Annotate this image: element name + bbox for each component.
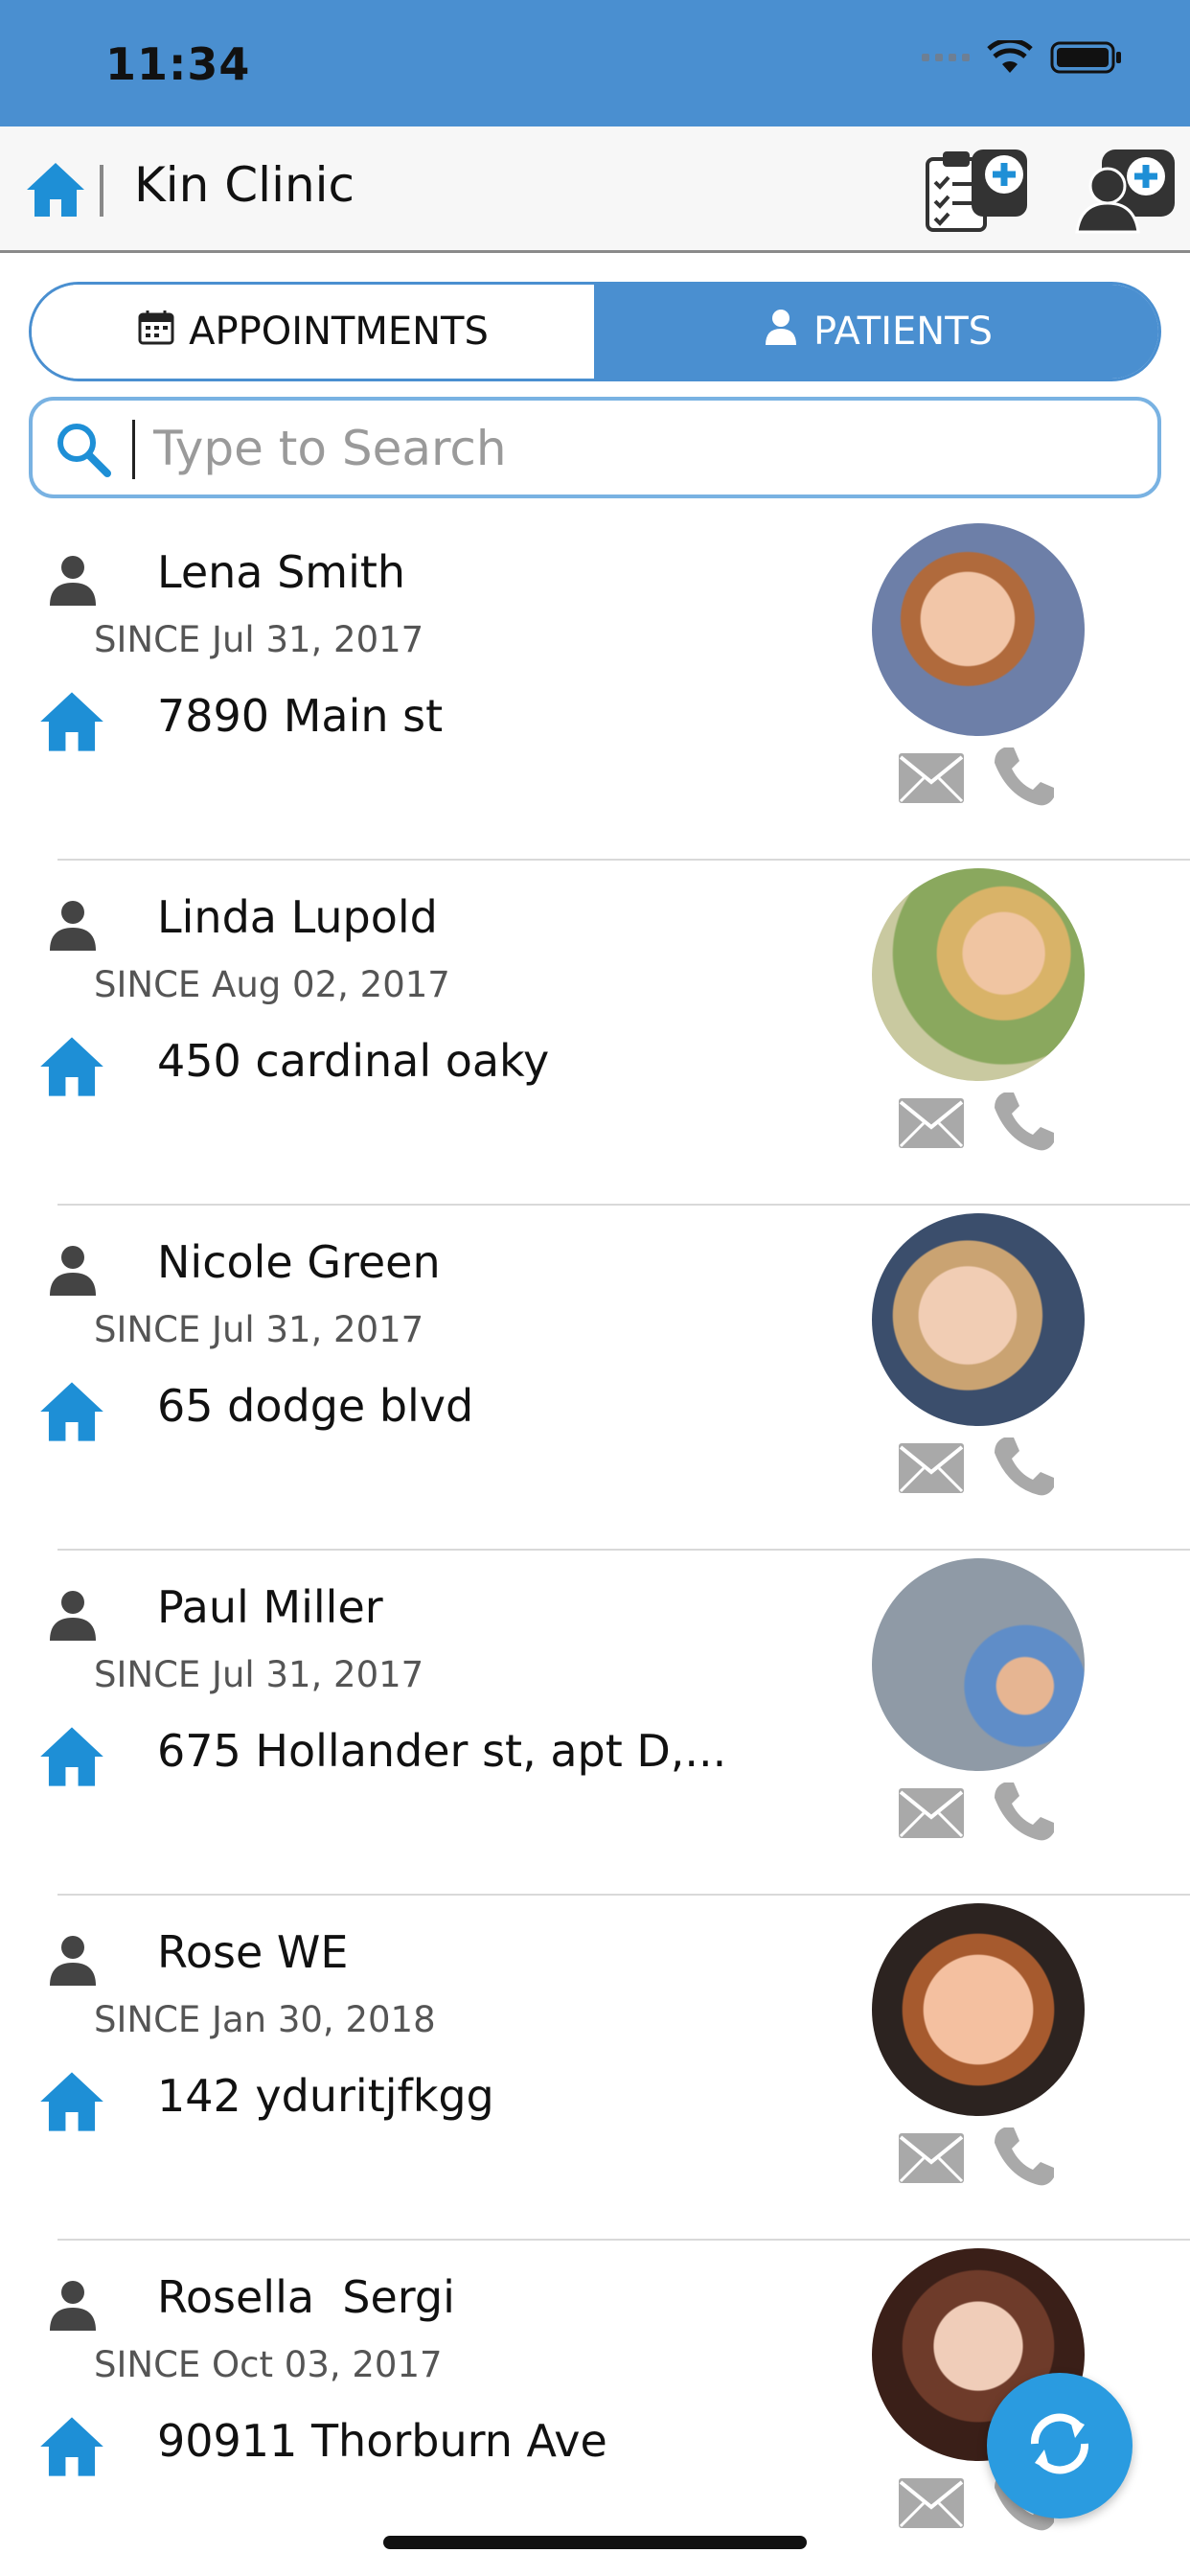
clipboard-add-icon[interactable] — [922, 148, 1035, 234]
patient-row[interactable]: Linda Lupold SINCE Aug 02, 2017 450 card… — [40, 861, 1190, 1206]
mail-icon[interactable] — [897, 1441, 966, 1495]
home-icon — [38, 1378, 105, 1445]
patient-row[interactable]: Lena Smith SINCE Jul 31, 2017 7890 Main … — [40, 516, 1190, 861]
status-bar: 11:34 — [0, 0, 1190, 126]
mail-icon[interactable] — [897, 2476, 966, 2530]
person-icon — [46, 1242, 100, 1296]
phone-icon[interactable] — [991, 2124, 1056, 2189]
mail-icon[interactable] — [897, 2131, 966, 2185]
patient-avatar — [872, 1558, 1085, 1771]
home-icon[interactable] — [25, 159, 86, 220]
patient-name: Linda Lupold — [157, 891, 438, 943]
patient-row[interactable]: Paul Miller SINCE Jul 31, 2017 675 Holla… — [40, 1551, 1190, 1896]
patient-address: 142 yduritjfkgg — [157, 2070, 494, 2122]
person-icon — [46, 552, 100, 606]
patient-name: Paul Miller — [157, 1581, 383, 1633]
home-icon — [38, 2068, 105, 2135]
patient-name: Lena Smith — [157, 546, 406, 598]
home-icon — [38, 2413, 105, 2480]
person-icon — [762, 308, 800, 356]
patient-avatar — [872, 1903, 1085, 2116]
patient-name: Rose WE — [157, 1926, 349, 1978]
home-icon — [38, 1033, 105, 1100]
tab-patients-label: PATIENTS — [812, 310, 994, 354]
phone-icon[interactable] — [991, 1779, 1056, 1844]
patient-address: 7890 Main st — [157, 690, 444, 742]
add-patient-icon[interactable] — [1073, 148, 1177, 234]
patient-since: SINCE Jul 31, 2017 — [94, 1654, 424, 1695]
calendar-icon — [137, 308, 175, 356]
search-box — [29, 397, 1161, 498]
mail-icon[interactable] — [897, 1786, 966, 1840]
patient-since: SINCE Jan 30, 2018 — [94, 1999, 436, 2040]
person-icon — [46, 1587, 100, 1641]
patient-address: 65 dodge blvd — [157, 1380, 474, 1432]
tab-appointments-label: APPOINTMENTS — [189, 310, 489, 354]
wifi-icon — [987, 40, 1033, 75]
status-indicators — [922, 40, 1123, 75]
patient-avatar — [872, 1213, 1085, 1426]
patient-address: 90911 Thorburn Ave — [157, 2415, 607, 2467]
phone-icon[interactable] — [991, 1089, 1056, 1154]
navigation-bar: Kin Clinic — [0, 126, 1190, 253]
signal-icon — [922, 54, 970, 61]
patient-since: SINCE Aug 02, 2017 — [94, 964, 450, 1005]
home-indicator[interactable] — [383, 2536, 807, 2549]
patient-address: 450 cardinal oaky — [157, 1035, 550, 1087]
text-caret — [132, 420, 135, 479]
patient-since: SINCE Jul 31, 2017 — [94, 619, 424, 660]
mail-icon[interactable] — [897, 1096, 966, 1150]
clinic-title: Kin Clinic — [134, 157, 355, 213]
patient-list: Lena Smith SINCE Jul 31, 2017 7890 Main … — [0, 516, 1190, 2576]
tab-appointments[interactable]: APPOINTMENTS — [32, 285, 596, 379]
phone-icon[interactable] — [991, 744, 1056, 809]
home-icon — [38, 688, 105, 755]
phone-icon[interactable] — [991, 1434, 1056, 1499]
mail-icon[interactable] — [897, 751, 966, 805]
patient-since: SINCE Jul 31, 2017 — [94, 1309, 424, 1350]
home-icon — [38, 1723, 105, 1790]
patient-row[interactable]: Nicole Green SINCE Jul 31, 2017 65 dodge… — [40, 1206, 1190, 1551]
patient-name: Rosella Sergi — [157, 2271, 455, 2323]
patient-row[interactable]: Rose WE SINCE Jan 30, 2018 142 yduritjfk… — [40, 1896, 1190, 2241]
battery-icon — [1050, 40, 1123, 75]
person-icon — [46, 2277, 100, 2331]
status-time: 11:34 — [105, 38, 251, 90]
patient-since: SINCE Oct 03, 2017 — [94, 2344, 443, 2385]
refresh-button[interactable] — [987, 2373, 1133, 2518]
title-separator — [100, 165, 103, 217]
patient-avatar — [872, 523, 1085, 736]
patient-address: 675 Hollander st, apt D,... — [157, 1725, 727, 1777]
search-icon — [54, 420, 113, 479]
patient-avatar — [872, 868, 1085, 1081]
patient-name: Nicole Green — [157, 1236, 441, 1288]
tab-patients[interactable]: PATIENTS — [596, 285, 1158, 379]
search-input[interactable] — [153, 410, 1111, 487]
person-icon — [46, 897, 100, 951]
view-segment-control: APPOINTMENTS PATIENTS — [29, 282, 1161, 381]
refresh-icon — [1021, 2405, 1098, 2486]
person-icon — [46, 1932, 100, 1986]
